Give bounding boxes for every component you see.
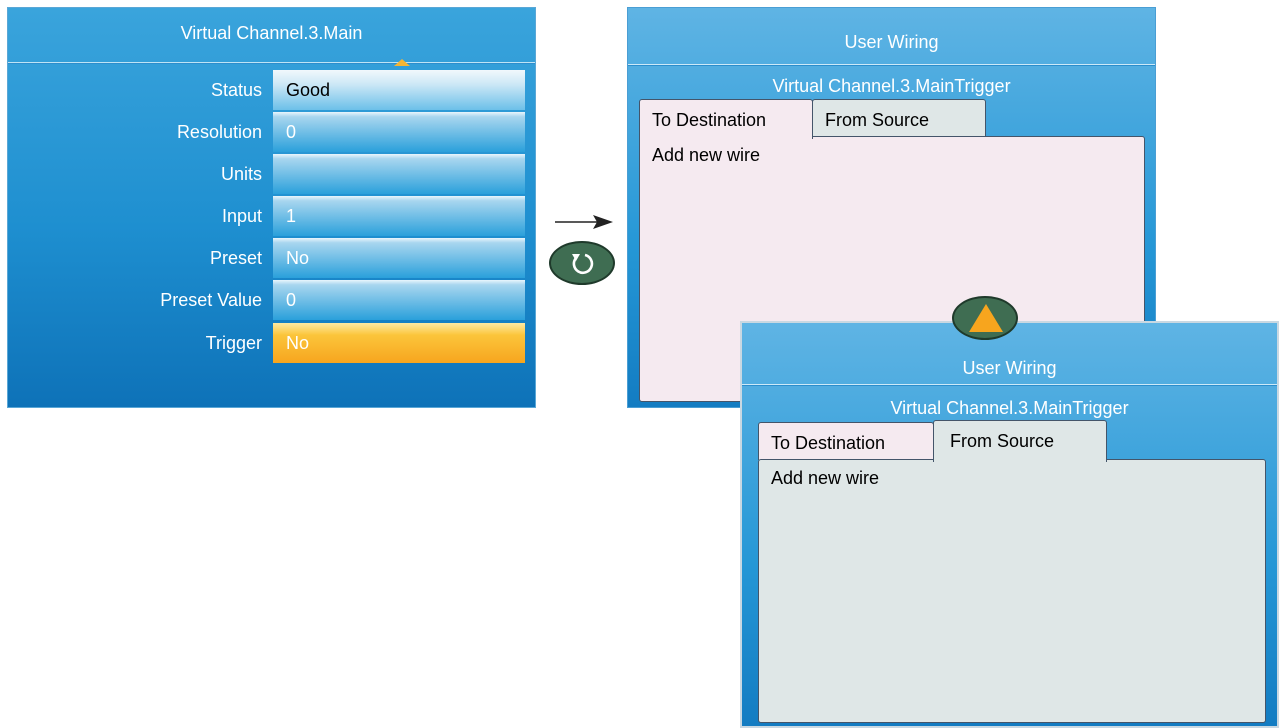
right-arrow-icon — [555, 215, 613, 229]
param-label: Input — [221, 206, 262, 226]
triangle-up-icon — [969, 304, 1003, 332]
title-divider — [8, 62, 535, 64]
tab-from-source[interactable]: From Source — [933, 420, 1107, 462]
tab-to-destination[interactable]: To Destination — [639, 99, 813, 139]
wiring-subtitle: Virtual Channel.3.MainTrigger — [890, 398, 1129, 418]
param-label: Status — [210, 80, 262, 100]
param-row-resolution[interactable]: Resolution 0 — [8, 112, 528, 152]
param-value-selected[interactable]: No — [273, 323, 525, 363]
scroll-up-button[interactable] — [952, 296, 1018, 340]
param-row-preset[interactable]: Preset No — [8, 238, 528, 278]
param-label: Resolution — [176, 122, 262, 142]
param-row-preset-value[interactable]: Preset Value 0 — [8, 280, 528, 320]
param-value[interactable] — [273, 154, 525, 194]
refresh-icon — [572, 253, 594, 275]
param-label: Trigger — [205, 333, 262, 353]
refresh-button[interactable] — [549, 241, 615, 285]
param-row-input[interactable]: Input 1 — [8, 196, 528, 236]
param-row-units[interactable]: Units — [8, 154, 528, 194]
param-row-status[interactable]: Status Good — [8, 70, 528, 110]
param-value[interactable]: No — [273, 238, 525, 278]
scroll-up-indicator-icon — [394, 59, 410, 66]
add-new-wire-item[interactable]: Add new wire — [771, 468, 879, 489]
virtual-channel-panel: Virtual Channel.3.Main Status Good Resol… — [7, 7, 536, 408]
add-new-wire-item[interactable]: Add new wire — [652, 145, 760, 166]
title-divider — [628, 64, 1155, 66]
user-wiring-panel: User Wiring Virtual Channel.3.MainTrigge… — [740, 321, 1279, 728]
param-value[interactable]: 0 — [273, 112, 525, 152]
panel-title: User Wiring — [962, 358, 1057, 378]
param-row-trigger[interactable]: Trigger No — [8, 323, 528, 363]
param-label: Preset Value — [160, 290, 262, 310]
panel-title: User Wiring — [844, 32, 939, 52]
param-label: Units — [220, 164, 262, 184]
wiring-subtitle: Virtual Channel.3.MainTrigger — [772, 76, 1011, 96]
title-divider — [742, 384, 1277, 386]
tab-to-destination[interactable]: To Destination — [758, 422, 934, 460]
param-label: Preset — [209, 248, 262, 268]
param-value[interactable]: Good — [273, 70, 525, 110]
param-value[interactable]: 0 — [273, 280, 525, 320]
param-value[interactable]: 1 — [273, 196, 525, 236]
wiring-list: Add new wire — [758, 459, 1266, 723]
tab-from-source[interactable]: From Source — [812, 99, 986, 137]
panel-title: Virtual Channel.3.Main — [180, 23, 363, 43]
